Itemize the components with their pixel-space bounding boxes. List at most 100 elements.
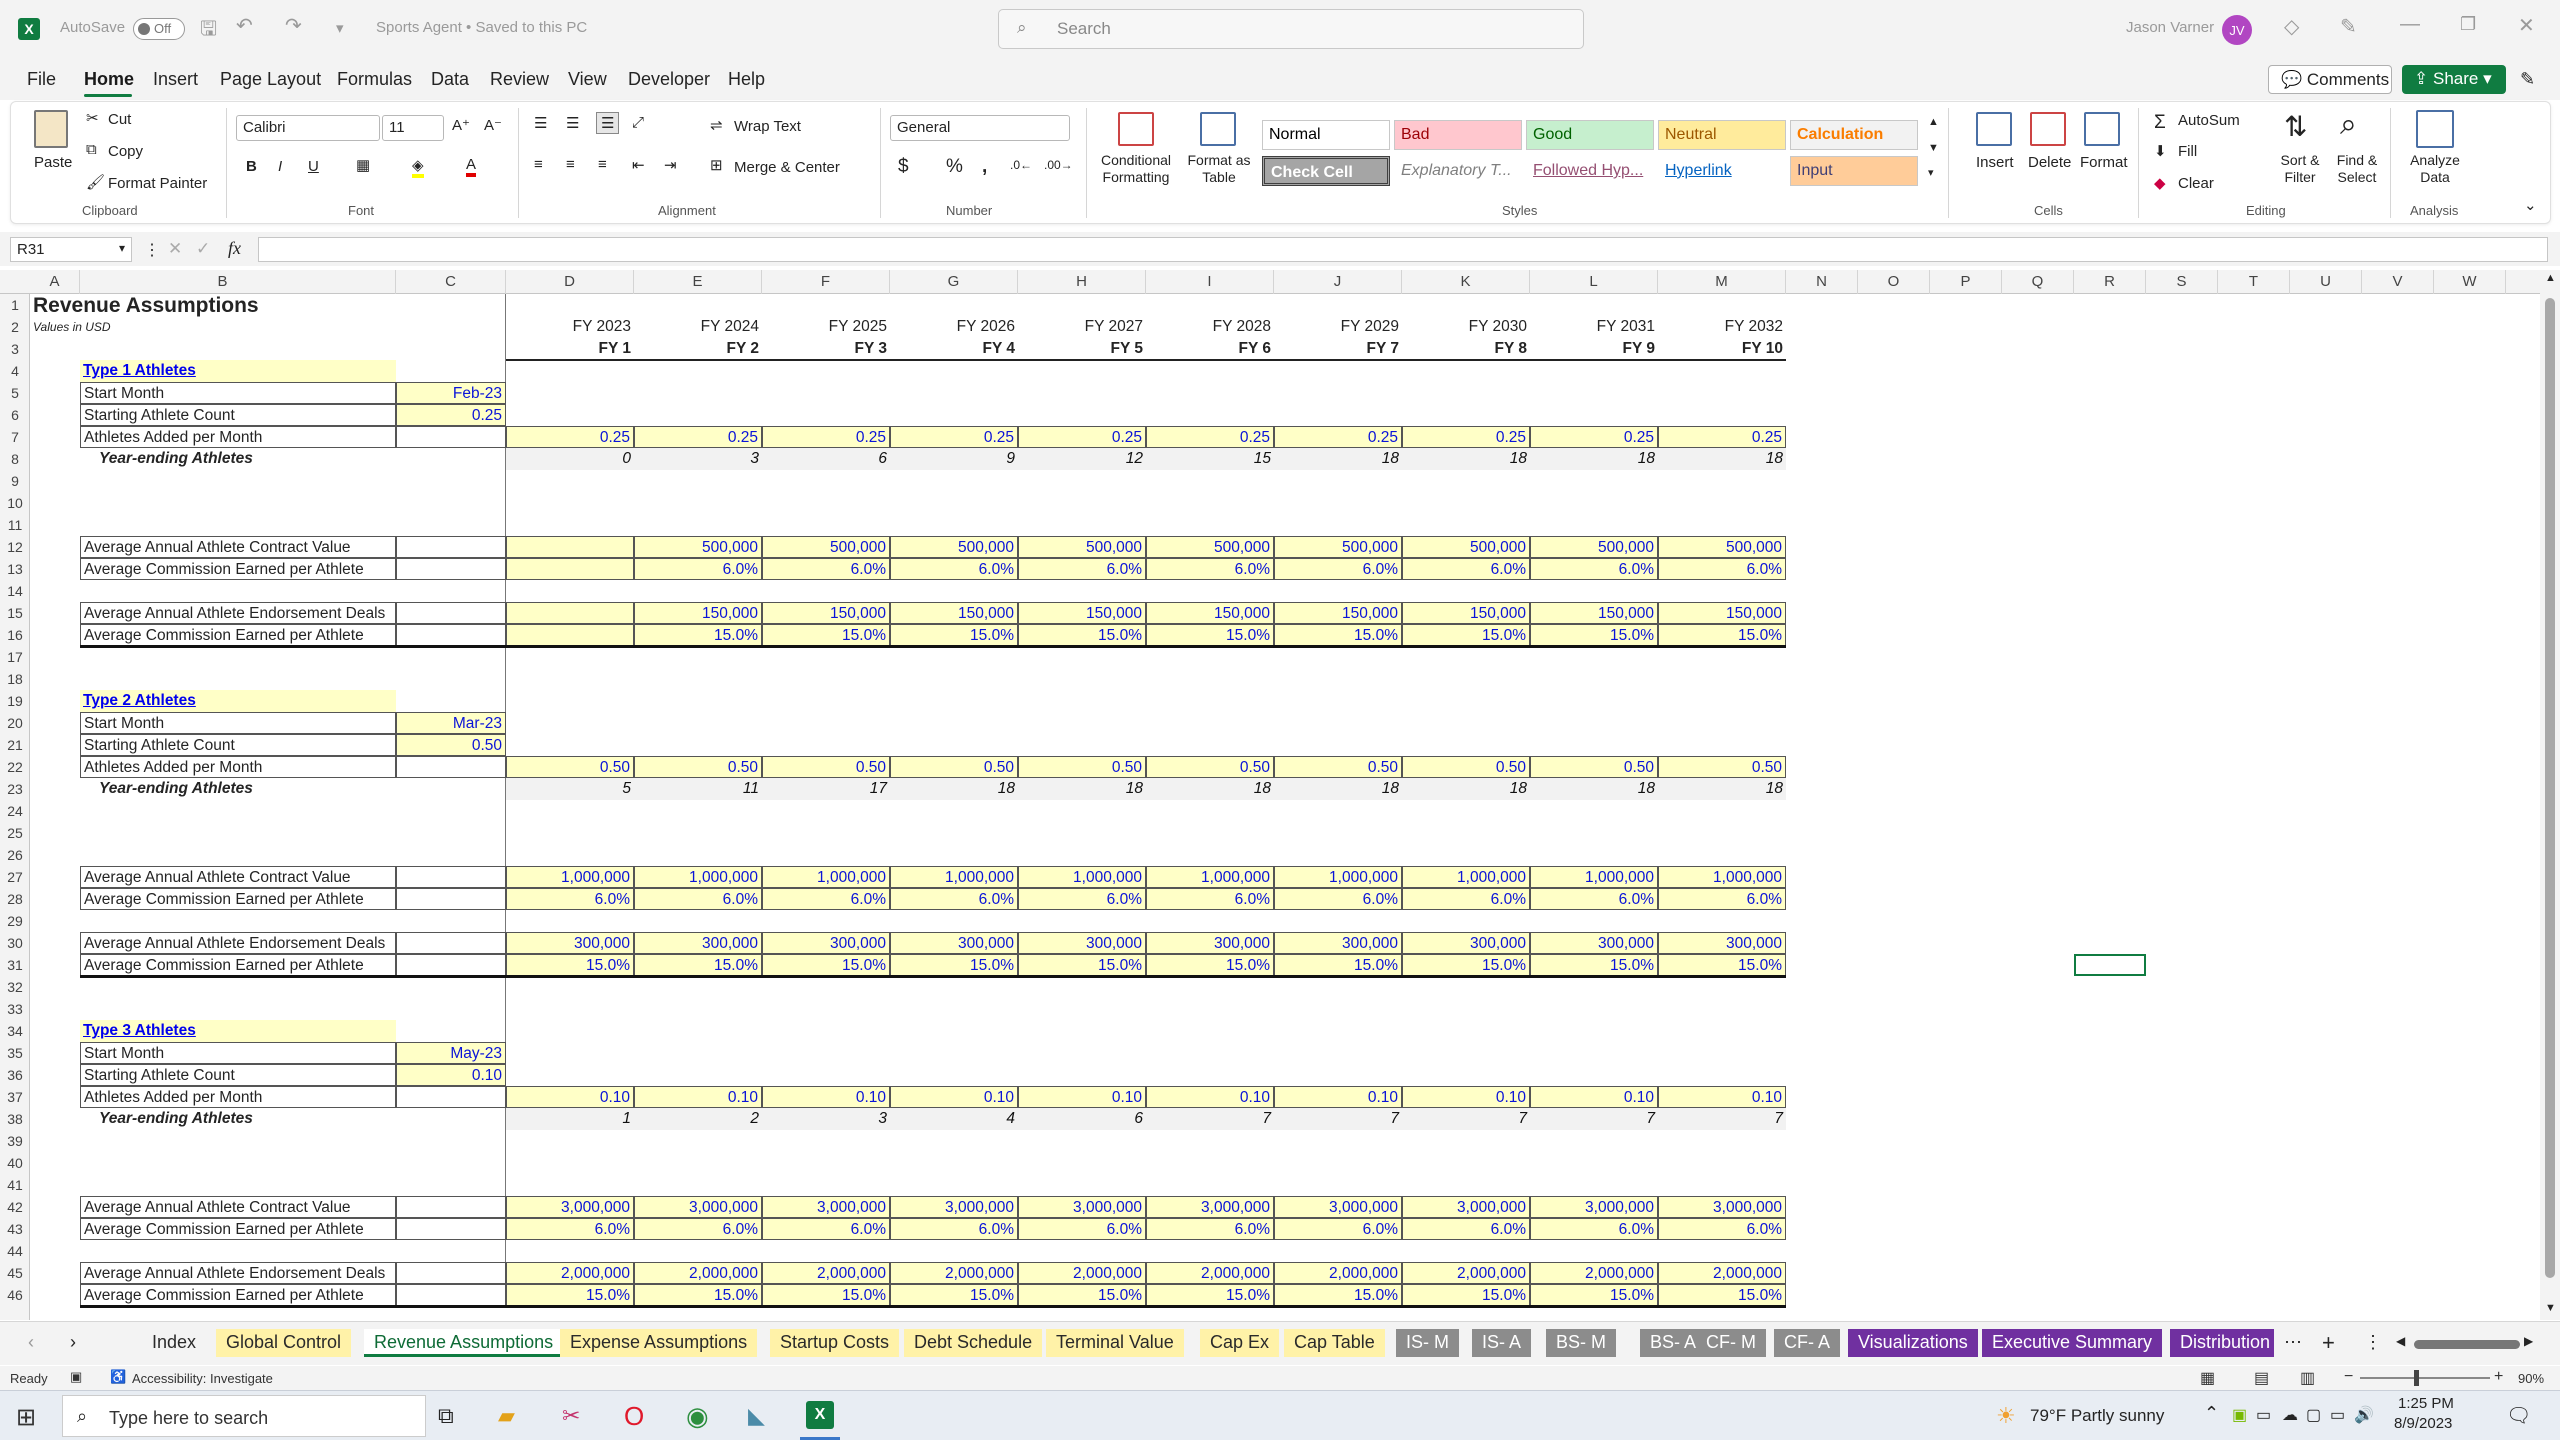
- endorsement-cell[interactable]: 300,000: [1530, 932, 1658, 954]
- commission-cell[interactable]: 6.0%: [1146, 558, 1274, 580]
- more-sheets-icon[interactable]: ⋯: [2284, 1332, 2302, 1353]
- sheet-title[interactable]: Revenue Assumptions: [30, 294, 430, 318]
- row-header[interactable]: 39: [0, 1130, 30, 1152]
- column-header[interactable]: J: [1274, 270, 1402, 294]
- added-per-month-cell[interactable]: 0.25: [762, 426, 890, 448]
- year-end-cell[interactable]: 3: [762, 1108, 890, 1130]
- close-icon[interactable]: ✕: [2518, 13, 2535, 38]
- fy-label-header[interactable]: FY 4: [890, 338, 1018, 360]
- commission-cell[interactable]: 6.0%: [1018, 1218, 1146, 1240]
- contract-value-cell[interactable]: 3,000,000: [506, 1196, 634, 1218]
- endorsement-cell[interactable]: 2,000,000: [634, 1262, 762, 1284]
- conditional-formatting-button[interactable]: Conditional Formatting: [1094, 152, 1178, 186]
- tab-sheet[interactable]: Visualizations: [1848, 1329, 1978, 1357]
- endorsement-cell[interactable]: 300,000: [1658, 932, 1786, 954]
- underline-icon[interactable]: U: [308, 158, 319, 175]
- year-end-cell[interactable]: 3: [634, 448, 762, 470]
- paste-icon[interactable]: [34, 110, 68, 148]
- commission-cell[interactable]: 6.0%: [1146, 1218, 1274, 1240]
- align-middle-icon[interactable]: ☰: [566, 114, 579, 132]
- empty-cell[interactable]: [396, 932, 506, 954]
- style-followed-hyperlink[interactable]: Followed Hyp...: [1526, 156, 1654, 186]
- commission-cell[interactable]: 15.0%: [890, 1284, 1018, 1306]
- endorsement-cell[interactable]: 300,000: [890, 932, 1018, 954]
- comments-button[interactable]: 💬 Comments: [2268, 65, 2392, 94]
- page-layout-view-icon[interactable]: ▤: [2254, 1368, 2269, 1388]
- empty-cell[interactable]: [396, 1196, 506, 1218]
- menu-review[interactable]: Review: [490, 69, 549, 90]
- column-header[interactable]: P: [1930, 270, 2002, 294]
- align-center-icon[interactable]: ≡: [566, 156, 575, 173]
- added-per-month-cell[interactable]: 0.50: [1658, 756, 1786, 778]
- year-end-cell[interactable]: 18: [1274, 448, 1402, 470]
- commission-cell[interactable]: 15.0%: [762, 1284, 890, 1306]
- insert-function-icon[interactable]: fx: [228, 238, 241, 259]
- notifications-icon[interactable]: 🗨: [2506, 1403, 2531, 1428]
- fy-label-header[interactable]: FY 10: [1658, 338, 1786, 360]
- normal-view-icon[interactable]: ▦: [2200, 1368, 2215, 1388]
- fy-year-header[interactable]: FY 2025: [762, 316, 890, 338]
- contract-value-cell[interactable]: 1,000,000: [762, 866, 890, 888]
- column-header[interactable]: F: [762, 270, 890, 294]
- row-header[interactable]: 20: [0, 712, 30, 734]
- endorsement-cell[interactable]: 150,000: [1018, 602, 1146, 624]
- menu-page-layout[interactable]: Page Layout: [220, 69, 321, 90]
- save-icon[interactable]: 🖫: [200, 14, 217, 48]
- row-header[interactable]: 23: [0, 778, 30, 800]
- commission-cell[interactable]: 6.0%: [762, 1218, 890, 1240]
- empty-cell[interactable]: [396, 888, 506, 910]
- commission-cell[interactable]: 15.0%: [890, 624, 1018, 646]
- row-label[interactable]: Average Commission Earned per Athlete: [80, 954, 396, 976]
- tab-sheet[interactable]: Terminal Value: [1046, 1329, 1184, 1357]
- empty-cell[interactable]: [396, 558, 506, 580]
- windows-start-icon[interactable]: ⊞: [16, 1403, 36, 1432]
- commission-cell[interactable]: 15.0%: [762, 954, 890, 976]
- insert-cells-button[interactable]: Insert: [1976, 154, 2014, 171]
- added-per-month-cell[interactable]: 0.25: [1146, 426, 1274, 448]
- endorsement-cell[interactable]: 300,000: [1402, 932, 1530, 954]
- diamond-icon[interactable]: ◇: [2284, 14, 2299, 39]
- empty-cell[interactable]: [396, 624, 506, 646]
- commission-cell[interactable]: 15.0%: [1146, 954, 1274, 976]
- added-per-month-cell[interactable]: 0.25: [1402, 426, 1530, 448]
- style-check-cell[interactable]: Check Cell: [1262, 156, 1390, 186]
- row-label[interactable]: Average Annual Athlete Contract Value: [80, 536, 396, 558]
- contract-value-cell[interactable]: 500,000: [1402, 536, 1530, 558]
- snip-tool-icon[interactable]: ✂: [562, 1403, 580, 1429]
- chrome-icon[interactable]: ◉: [686, 1401, 709, 1432]
- pen-icon[interactable]: ✎: [2340, 14, 2357, 39]
- endorsement-cell[interactable]: 150,000: [890, 602, 1018, 624]
- clock-date[interactable]: 8/9/2023: [2394, 1415, 2452, 1432]
- format-cells-button[interactable]: Format: [2080, 154, 2128, 171]
- format-painter-button[interactable]: Format Painter: [108, 175, 207, 192]
- menu-formulas[interactable]: Formulas: [337, 69, 412, 90]
- commission-cell[interactable]: 6.0%: [634, 558, 762, 580]
- row-header[interactable]: 30: [0, 932, 30, 954]
- empty-cell[interactable]: [396, 426, 506, 448]
- number-format-combo[interactable]: General: [890, 115, 1070, 141]
- contract-value-cell[interactable]: 3,000,000: [1018, 1196, 1146, 1218]
- fy-label-header[interactable]: FY 5: [1018, 338, 1146, 360]
- row-header[interactable]: 8: [0, 448, 30, 470]
- fill-icon[interactable]: ⬇: [2154, 142, 2167, 160]
- endorsement-cell[interactable]: 150,000: [1146, 602, 1274, 624]
- column-header[interactable]: I: [1146, 270, 1274, 294]
- row-label[interactable]: Average Annual Athlete Contract Value: [80, 1196, 396, 1218]
- contract-value-cell[interactable]: 1,000,000: [1018, 866, 1146, 888]
- row-header[interactable]: 41: [0, 1174, 30, 1196]
- column-header[interactable]: G: [890, 270, 1018, 294]
- endorsement-cell[interactable]: 300,000: [1274, 932, 1402, 954]
- contract-value-cell[interactable]: 3,000,000: [1146, 1196, 1274, 1218]
- analyze-data-button[interactable]: Analyze Data: [2406, 152, 2464, 186]
- start-month-input[interactable]: Feb-23: [396, 382, 506, 404]
- delete-cells-icon[interactable]: [2030, 112, 2066, 146]
- endorsement-cell[interactable]: 2,000,000: [1658, 1262, 1786, 1284]
- menu-insert[interactable]: Insert: [153, 69, 198, 90]
- column-header[interactable]: K: [1402, 270, 1530, 294]
- style-calculation[interactable]: Calculation: [1790, 120, 1918, 150]
- app-icon[interactable]: ◣: [748, 1403, 765, 1429]
- added-per-month-cell[interactable]: 0.10: [1274, 1086, 1402, 1108]
- contract-value-cell[interactable]: 500,000: [1146, 536, 1274, 558]
- commission-cell[interactable]: 6.0%: [634, 888, 762, 910]
- wrap-text-icon[interactable]: ⇌: [710, 116, 723, 134]
